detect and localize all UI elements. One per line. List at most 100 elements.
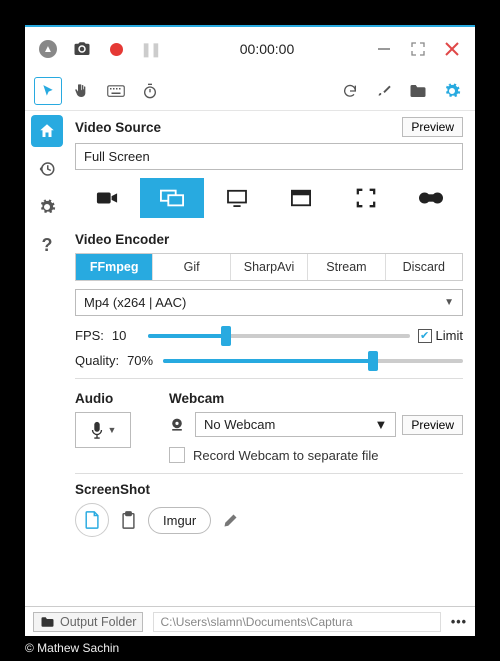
sidebar-item-home[interactable]	[31, 115, 63, 147]
output-folder-label: Output Folder	[60, 615, 136, 629]
gear-icon	[38, 198, 56, 216]
checkbox-empty-icon	[169, 447, 185, 463]
screenshot-disk-button[interactable]	[75, 503, 109, 537]
source-screen[interactable]	[140, 178, 205, 218]
gear-icon	[443, 82, 461, 100]
maximize-button[interactable]	[401, 33, 435, 65]
main-panel: Video Source Preview Full Screen Video E…	[69, 111, 475, 606]
quality-label: Quality:	[75, 353, 119, 368]
encoder-tab-sharpavi[interactable]: SharpAvi	[231, 254, 308, 280]
collapse-button[interactable]: ▲	[31, 33, 65, 65]
cursor-tool[interactable]	[31, 75, 65, 107]
video-source-preview-button[interactable]: Preview	[402, 117, 463, 137]
settings-button[interactable]	[435, 75, 469, 107]
folder-icon	[40, 616, 55, 628]
status-bar: Output Folder C:\Users\slamn\Documents\C…	[25, 606, 475, 636]
chevron-down-icon: ▼	[108, 425, 117, 435]
encoder-tab-gif[interactable]: Gif	[153, 254, 230, 280]
question-icon: ?	[42, 235, 53, 256]
refresh-button[interactable]	[333, 75, 367, 107]
checkbox-icon: ✔	[418, 329, 432, 343]
source-window[interactable]	[204, 178, 269, 218]
region-icon	[356, 188, 376, 208]
webcam-separate-label: Record Webcam to separate file	[193, 448, 378, 463]
file-icon	[85, 511, 100, 529]
clipboard-icon	[121, 511, 136, 529]
screenshot-heading: ScreenShot	[75, 482, 463, 497]
camera-icon	[73, 40, 91, 58]
pencil-icon	[223, 513, 238, 528]
video-source-field[interactable]: Full Screen	[75, 143, 463, 170]
output-folder-button[interactable]: Output Folder	[33, 612, 143, 632]
video-source-heading: Video Source	[75, 120, 161, 135]
elapsed-time: 00:00:00	[167, 41, 367, 57]
webcam-select[interactable]: No Webcam ▼	[195, 412, 396, 437]
secondary-toolbar	[25, 71, 475, 111]
record-button[interactable]	[99, 33, 133, 65]
history-icon	[38, 160, 56, 178]
encoder-tab-discard[interactable]: Discard	[386, 254, 462, 280]
video-encoder-heading: Video Encoder	[75, 232, 463, 247]
quality-value: 70%	[127, 353, 155, 368]
minimize-button[interactable]	[367, 33, 401, 65]
quality-slider[interactable]	[163, 359, 463, 363]
source-camera[interactable]	[75, 178, 140, 218]
window-icon	[291, 189, 311, 207]
microphone-icon	[90, 421, 104, 439]
gamepad-icon	[419, 191, 443, 205]
keyboard-icon	[107, 84, 125, 98]
brush-button[interactable]	[367, 75, 401, 107]
fps-slider[interactable]	[148, 334, 410, 338]
cursor-icon	[41, 84, 55, 98]
encoder-tabs: FFmpeg Gif SharpAvi Stream Discard	[75, 253, 463, 281]
open-folder-button[interactable]	[401, 75, 435, 107]
chevron-down-icon: ▼	[374, 417, 387, 432]
audio-source-button[interactable]: ▼	[75, 412, 131, 448]
credit-text: © Mathew Sachin	[25, 641, 119, 655]
fps-limit-label: Limit	[436, 328, 463, 343]
encoder-tab-ffmpeg[interactable]: FFmpeg	[76, 254, 153, 280]
fps-label: FPS:	[75, 328, 104, 343]
folder-icon	[409, 83, 427, 99]
webcam-icon	[169, 417, 189, 433]
output-folder-path[interactable]: C:\Users\slamn\Documents\Captura	[153, 612, 440, 632]
fps-value: 10	[112, 328, 140, 343]
pause-button[interactable]: ❚❚	[133, 33, 167, 65]
chevron-down-icon: ▼	[444, 297, 454, 308]
screenshot-clipboard-button[interactable]	[121, 511, 136, 529]
more-button[interactable]: •••	[451, 615, 467, 629]
source-region[interactable]	[334, 178, 399, 218]
brush-icon	[376, 83, 392, 99]
encoder-format-select[interactable]: Mp4 (x264 | AAC) ▼	[75, 289, 463, 316]
sidebar-item-help[interactable]: ?	[31, 229, 63, 261]
stopwatch-icon	[142, 83, 158, 99]
webcam-preview-button[interactable]: Preview	[402, 415, 463, 435]
click-tool[interactable]	[65, 75, 99, 107]
audio-heading: Audio	[75, 391, 155, 406]
close-icon	[444, 41, 460, 57]
source-gamepad[interactable]	[398, 178, 463, 218]
screens-icon	[160, 189, 184, 207]
close-button[interactable]	[435, 33, 469, 65]
timer-tool[interactable]	[133, 75, 167, 107]
screenshot-imgur-button[interactable]: Imgur	[148, 507, 211, 534]
monitor-icon	[226, 189, 248, 207]
titlebar: ▲ ❚❚ 00:00:00	[25, 27, 475, 71]
sidebar-item-recent[interactable]	[31, 153, 63, 185]
webcam-value: No Webcam	[204, 417, 275, 432]
app-window: ▲ ❚❚ 00:00:00 ? Vid	[25, 25, 475, 636]
screenshot-edit-button[interactable]	[223, 513, 238, 528]
sidebar-item-configure[interactable]	[31, 191, 63, 223]
hand-icon	[74, 83, 90, 99]
webcam-separate-checkbox[interactable]: Record Webcam to separate file	[169, 447, 463, 463]
sidebar: ?	[25, 111, 69, 606]
encoder-tab-stream[interactable]: Stream	[308, 254, 385, 280]
source-window-alt[interactable]	[269, 178, 334, 218]
refresh-icon	[342, 83, 358, 99]
keystroke-tool[interactable]	[99, 75, 133, 107]
snapshot-button[interactable]	[65, 33, 99, 65]
pause-icon: ❚❚	[140, 41, 159, 58]
video-camera-icon	[96, 190, 118, 206]
encoder-format-value: Mp4 (x264 | AAC)	[84, 295, 186, 310]
fps-limit-checkbox[interactable]: ✔ Limit	[418, 328, 463, 343]
